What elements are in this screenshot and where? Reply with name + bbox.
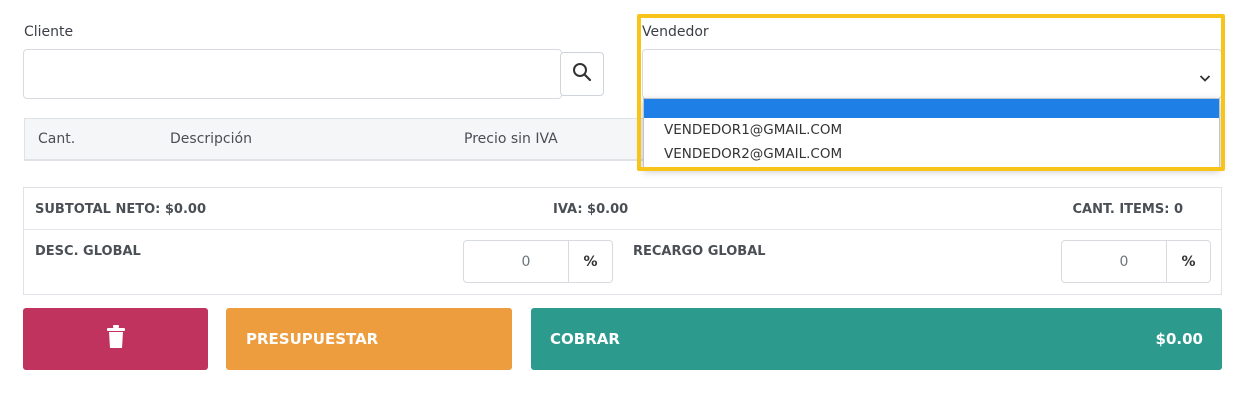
delete-button[interactable] [23,308,208,370]
cant-items: CANT. ITEMS: 0 [1072,202,1184,217]
col-cant: Cant. [38,131,76,147]
desc-global-group: 0 % [463,240,613,283]
presupuestar-button[interactable]: PRESUPUESTAR [226,308,512,370]
subtotal-neto: SUBTOTAL NETO: $0.00 [35,202,206,217]
search-icon [572,62,592,86]
recargo-global-label: RECARGO GLOBAL [633,244,766,259]
vendedor-select[interactable] [642,49,1222,99]
cobrar-button[interactable]: COBRAR $0.00 [531,308,1222,370]
vendedor-dropdown: VENDEDOR1@GMAIL.COM VENDEDOR2@GMAIL.COM [643,98,1220,168]
cliente-label: Cliente [24,24,74,40]
recargo-global-group: 0 % [1061,240,1211,283]
desc-global-label: DESC. GLOBAL [35,244,141,259]
desc-global-input[interactable]: 0 [464,241,568,282]
presupuestar-label: PRESUPUESTAR [246,330,379,348]
cobrar-amount: $0.00 [1155,330,1203,348]
cliente-input[interactable] [23,49,562,99]
col-descripcion: Descripción [170,131,252,147]
recargo-global-input[interactable]: 0 [1062,241,1166,282]
vendedor-option-empty[interactable] [644,99,1219,118]
trash-icon [106,325,126,353]
col-precio: Precio sin IVA [464,131,558,147]
chevron-down-icon [1199,68,1211,87]
iva-total: IVA: $0.00 [553,202,629,217]
recargo-global-percent: % [1166,241,1210,282]
cobrar-label: COBRAR [550,330,620,348]
totals-divider [24,229,1221,230]
vendedor-option-2[interactable]: VENDEDOR2@GMAIL.COM [644,142,1219,166]
search-button[interactable] [560,52,604,96]
desc-global-percent: % [568,241,612,282]
vendedor-option-1[interactable]: VENDEDOR1@GMAIL.COM [644,118,1219,142]
vendedor-label: Vendedor [642,24,709,40]
